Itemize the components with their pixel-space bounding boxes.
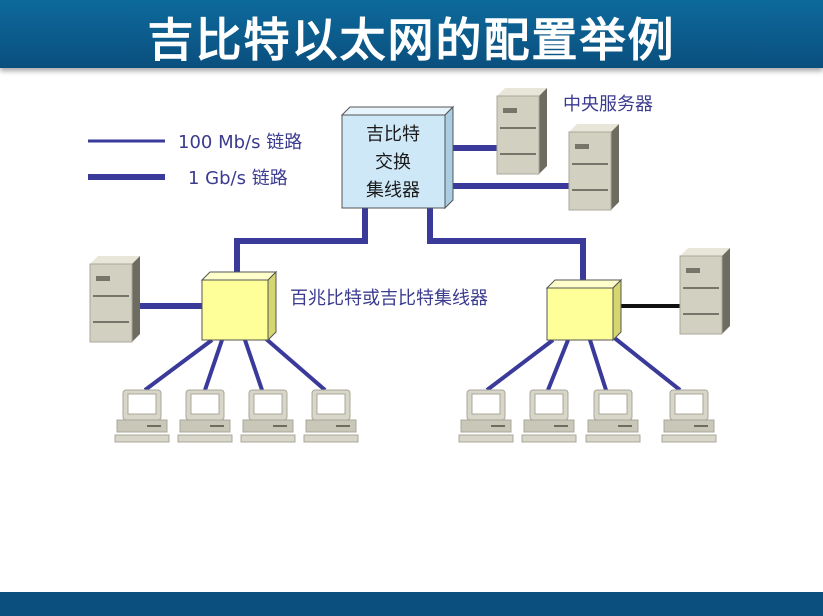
pc-icon — [521, 389, 577, 443]
fast-links — [143, 334, 682, 392]
pc-icon — [177, 389, 233, 443]
hub-left — [200, 270, 278, 342]
pc-icon — [114, 389, 170, 443]
gigabit-switch: 吉比特 交换 集线器 — [340, 105, 455, 210]
network-diagram: 100 Mb/s 链路 1 Gb/s 链路 吉比特 交换 集线器 百兆比特或吉比… — [88, 87, 731, 443]
pc-icon — [458, 389, 514, 443]
switch-label-1: 吉比特 — [366, 124, 420, 145]
switch-label-3: 集线器 — [366, 180, 420, 201]
legend-gig-label: 1 Gb/s 链路 — [188, 168, 288, 189]
hub-label: 百兆比特或吉比特集线器 — [290, 288, 488, 309]
legend-fast-label: 100 Mb/s 链路 — [178, 132, 302, 153]
switch-label-2: 交换 — [375, 152, 411, 173]
central-server-icon-1 — [496, 87, 548, 175]
footer-bar — [0, 592, 823, 616]
pc-icon — [661, 389, 717, 443]
hub-right — [545, 278, 623, 342]
pc-icon — [585, 389, 641, 443]
pc-icon — [240, 389, 296, 443]
central-server-icon-2 — [568, 123, 620, 211]
server-icon-left — [89, 255, 141, 343]
pc-icon — [303, 389, 359, 443]
central-server-label: 中央服务器 — [563, 94, 653, 115]
server-icon-right — [679, 247, 731, 335]
